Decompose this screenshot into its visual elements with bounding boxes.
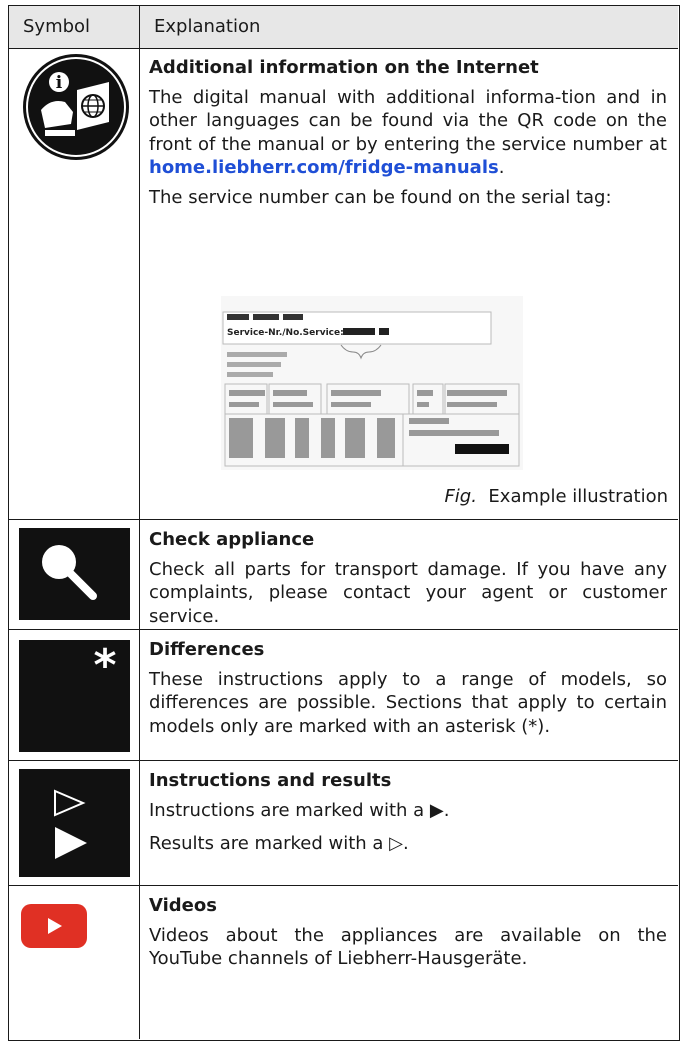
symbol-cell: i (9, 48, 140, 519)
row-title: Additional information on the Internet (149, 57, 539, 78)
row-title: Check appliance (149, 529, 315, 550)
figure-caption: Fig. Example illustration (444, 486, 668, 507)
symbol-cell: * (9, 630, 140, 760)
explanation-cell: Videos Videos about the appliances are a… (149, 894, 667, 977)
instruction-line: Instructions are marked with a ▶. (149, 799, 450, 821)
magnifier-icon (19, 528, 130, 620)
row-text: These instructions apply to a range of m… (149, 668, 667, 737)
result-line: Results are marked with a ▷. (149, 833, 409, 854)
serial-tag-image: Service-Nr./No.Service: (221, 296, 523, 470)
header-explanation: Explanation (154, 16, 261, 37)
info-internet-icon: i (23, 54, 129, 160)
row-text: Check all parts for transport damage. If… (149, 558, 667, 627)
explanation-cell: Differences These instructions apply to … (149, 638, 667, 744)
table-row-check-appliance: Check appliance Check all parts for tran… (9, 520, 678, 630)
row-text-serial: The service number can be found on the s… (149, 186, 612, 208)
explanation-cell: Check appliance Check all parts for tran… (149, 528, 667, 634)
table-row-instructions: Instructions and results Instructions ar… (9, 761, 678, 886)
row-text: Videos about the appliances are availabl… (149, 924, 667, 970)
explanation-cell: Instructions and results Instructions ar… (149, 769, 667, 862)
symbol-cell (9, 520, 140, 629)
row-title: Videos (149, 895, 217, 916)
row-title: Differences (149, 639, 265, 660)
symbol-cell (9, 761, 140, 885)
row-text: The digital manual with additional infor… (149, 86, 667, 179)
explanation-cell: Additional information on the Internet T… (149, 56, 667, 215)
table-row-videos: Videos Videos about the appliances are a… (9, 886, 678, 1039)
row-title: Instructions and results (149, 770, 392, 791)
instructions-icon (19, 769, 130, 877)
symbol-cell (9, 886, 140, 1039)
table-row-additional-info: i Additional information on the Internet… (9, 48, 678, 520)
serial-tag-label: Service-Nr./No.Service: (227, 328, 344, 338)
header-symbol: Symbol (23, 16, 91, 37)
table-row-differences: * Differences These instructions apply t… (9, 630, 678, 761)
table-header: Symbol Explanation (9, 6, 678, 49)
symbols-table: Symbol Explanation i Additional informat… (8, 5, 680, 1041)
youtube-icon (21, 904, 87, 948)
svg-text:i: i (56, 73, 63, 93)
svg-text:*: * (93, 640, 116, 691)
manuals-link[interactable]: home.liebherr.com/fridge-manuals (149, 157, 499, 178)
asterisk-icon: * (19, 640, 130, 752)
